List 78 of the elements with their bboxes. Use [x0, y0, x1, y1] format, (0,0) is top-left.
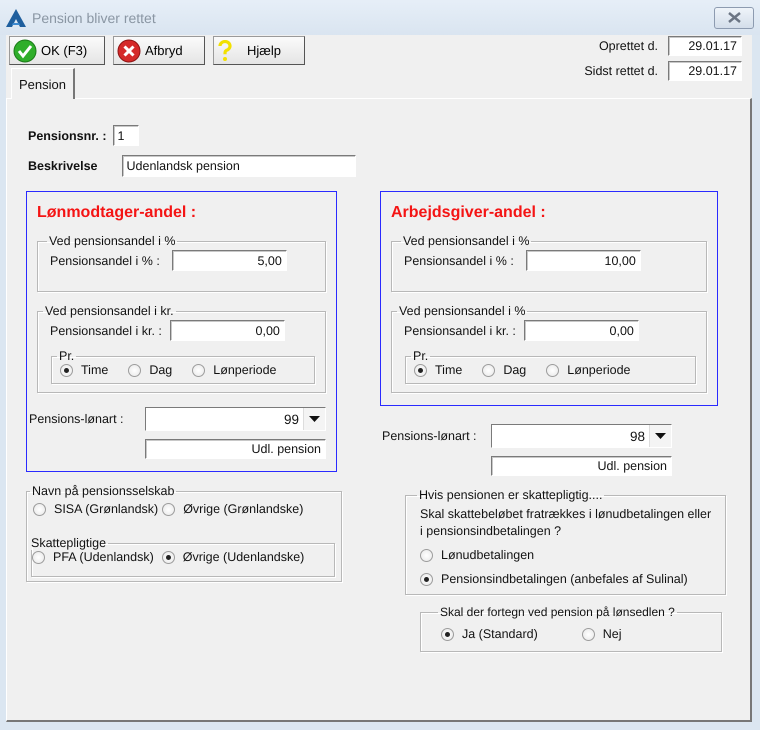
dropdown-button[interactable] — [303, 408, 325, 430]
radio-option[interactable]: Dag — [128, 363, 172, 377]
radio-button[interactable] — [420, 548, 433, 562]
radio-option[interactable]: Dag — [482, 363, 526, 377]
group-title: Pr. — [412, 349, 430, 363]
radio-button[interactable] — [162, 550, 175, 564]
date-field[interactable]: 29.01.17 — [668, 61, 742, 81]
radio-button[interactable] — [414, 364, 427, 376]
cancel-button[interactable]: Afbryd — [113, 36, 205, 65]
description-field[interactable]: Udenlandsk pension — [122, 155, 356, 177]
radio-option[interactable]: Nej — [582, 627, 622, 641]
caret-icon — [655, 433, 666, 439]
group-title: Ved pensionsandel i % — [398, 304, 526, 318]
help-icon — [217, 40, 233, 62]
radio-option[interactable]: Øvrige (Grønlandske) — [162, 502, 304, 516]
radio-button[interactable] — [192, 364, 206, 376]
field-label: Beskrivelse — [28, 159, 98, 173]
field-label: Pensionsandel i % : — [404, 254, 514, 268]
section-title: Arbejdsgiver-andel : — [391, 204, 547, 222]
radio-option[interactable]: Pensionsindbetalingen (anbefales af Sulinal) — [420, 572, 713, 586]
pension-number-field[interactable]: 1 — [112, 125, 138, 146]
radio-button[interactable] — [33, 502, 46, 516]
date-label: Oprettet d. — [598, 39, 658, 53]
wage-type-description-field[interactable]: Udl. pension — [491, 456, 672, 476]
radio-button[interactable] — [60, 364, 73, 376]
radio-option[interactable]: Ja (Standard) — [441, 627, 538, 641]
field-label: Pensions-lønart : — [382, 429, 478, 443]
radio-button[interactable] — [441, 628, 454, 640]
radio-option[interactable]: Time — [60, 363, 108, 377]
window-title: Pension bliver rettet — [32, 10, 156, 26]
radio-button[interactable] — [482, 364, 496, 376]
dropdown-button[interactable] — [649, 425, 671, 447]
field-label: Pensionsandel i kr. : — [404, 324, 516, 338]
percent-field[interactable]: 10,00 — [526, 250, 641, 271]
field-label: Pensions-lønart : — [29, 412, 124, 426]
group-title: Ved pensionsandel i % — [402, 234, 530, 248]
radio-option[interactable]: PFA (Udenlandsk) — [32, 550, 154, 564]
date-field[interactable]: 29.01.17 — [668, 36, 742, 56]
wage-type-dropdown[interactable]: 98 — [491, 424, 672, 448]
date-label: Sidst rettet d. — [584, 64, 658, 78]
radio-button[interactable] — [582, 628, 595, 640]
group-title: Ved pensionsandel i % — [48, 234, 176, 248]
radio-option[interactable]: SISA (Grønlandsk) — [33, 502, 158, 516]
group-title: Skattepligtige — [30, 536, 108, 550]
group-title: Skal der fortegn ved pension på lønsedlen ? — [439, 605, 676, 619]
radio-button[interactable] — [546, 364, 560, 376]
close-icon — [728, 12, 740, 23]
group-title: Navn på pensionsselskab — [31, 484, 176, 498]
close-button[interactable] — [714, 6, 754, 28]
radio-option[interactable]: Lønperiode — [546, 363, 631, 377]
question-text: Skal skattebeløbet fratrækkes i lønudbetalingen eller i pensionsindbetalingen ? — [420, 506, 712, 540]
field-label: Pensionsandel i kr. : — [50, 324, 162, 338]
group-title: Ved pensionsandel i kr. — [44, 304, 175, 318]
amount-field[interactable]: 0,00 — [170, 320, 285, 341]
wage-type-dropdown[interactable]: 99 — [145, 407, 326, 431]
wage-type-description-field[interactable]: Udl. pension — [145, 439, 326, 459]
cancel-icon — [117, 38, 141, 62]
app-logo-icon — [6, 8, 26, 26]
tab[interactable]: Pension — [11, 68, 75, 99]
radio-option[interactable]: Øvrige (Udenlandske) — [162, 550, 304, 564]
radio-option[interactable]: Time — [414, 363, 462, 377]
radio-option[interactable]: Lønudbetalingen — [420, 548, 713, 562]
radio-button[interactable] — [32, 550, 45, 564]
section-title: Lønmodtager-andel : — [37, 204, 198, 222]
ok-button[interactable]: OK (F3) — [9, 36, 105, 65]
group-title: Pr. — [58, 349, 76, 363]
help-button[interactable]: Hjælp — [213, 36, 305, 65]
radio-option[interactable]: Lønperiode — [192, 363, 277, 377]
percent-field[interactable]: 5,00 — [172, 250, 287, 271]
radio-button[interactable] — [128, 364, 142, 376]
radio-button[interactable] — [420, 572, 433, 586]
field-label: Pensionsnr. : — [28, 128, 106, 142]
caret-icon — [309, 416, 320, 422]
radio-button[interactable] — [162, 502, 176, 516]
check-icon — [13, 38, 37, 62]
group-title: Hvis pensionen er skattepligtig.... — [418, 488, 604, 502]
field-label: Pensionsandel i % : — [50, 254, 160, 268]
amount-field[interactable]: 0,00 — [524, 320, 639, 341]
